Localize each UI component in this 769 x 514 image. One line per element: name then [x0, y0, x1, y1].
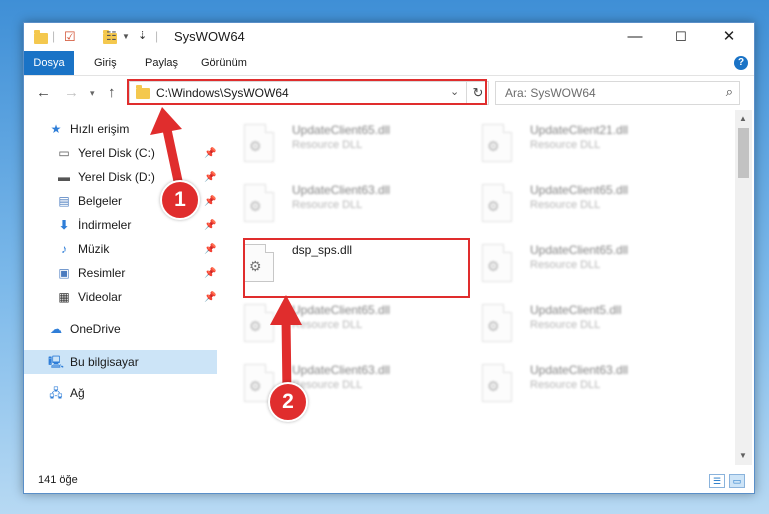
annotation-arrows	[150, 107, 302, 398]
explorer-window: | ☑ ☷ ▼ ⇣ | SysWOW64 — ☐ ✕ Dosya Giriş P…	[23, 22, 755, 494]
arrow-2	[270, 295, 302, 398]
step-2-badge: 2	[268, 382, 308, 422]
step-1-badge: 1	[160, 180, 200, 220]
